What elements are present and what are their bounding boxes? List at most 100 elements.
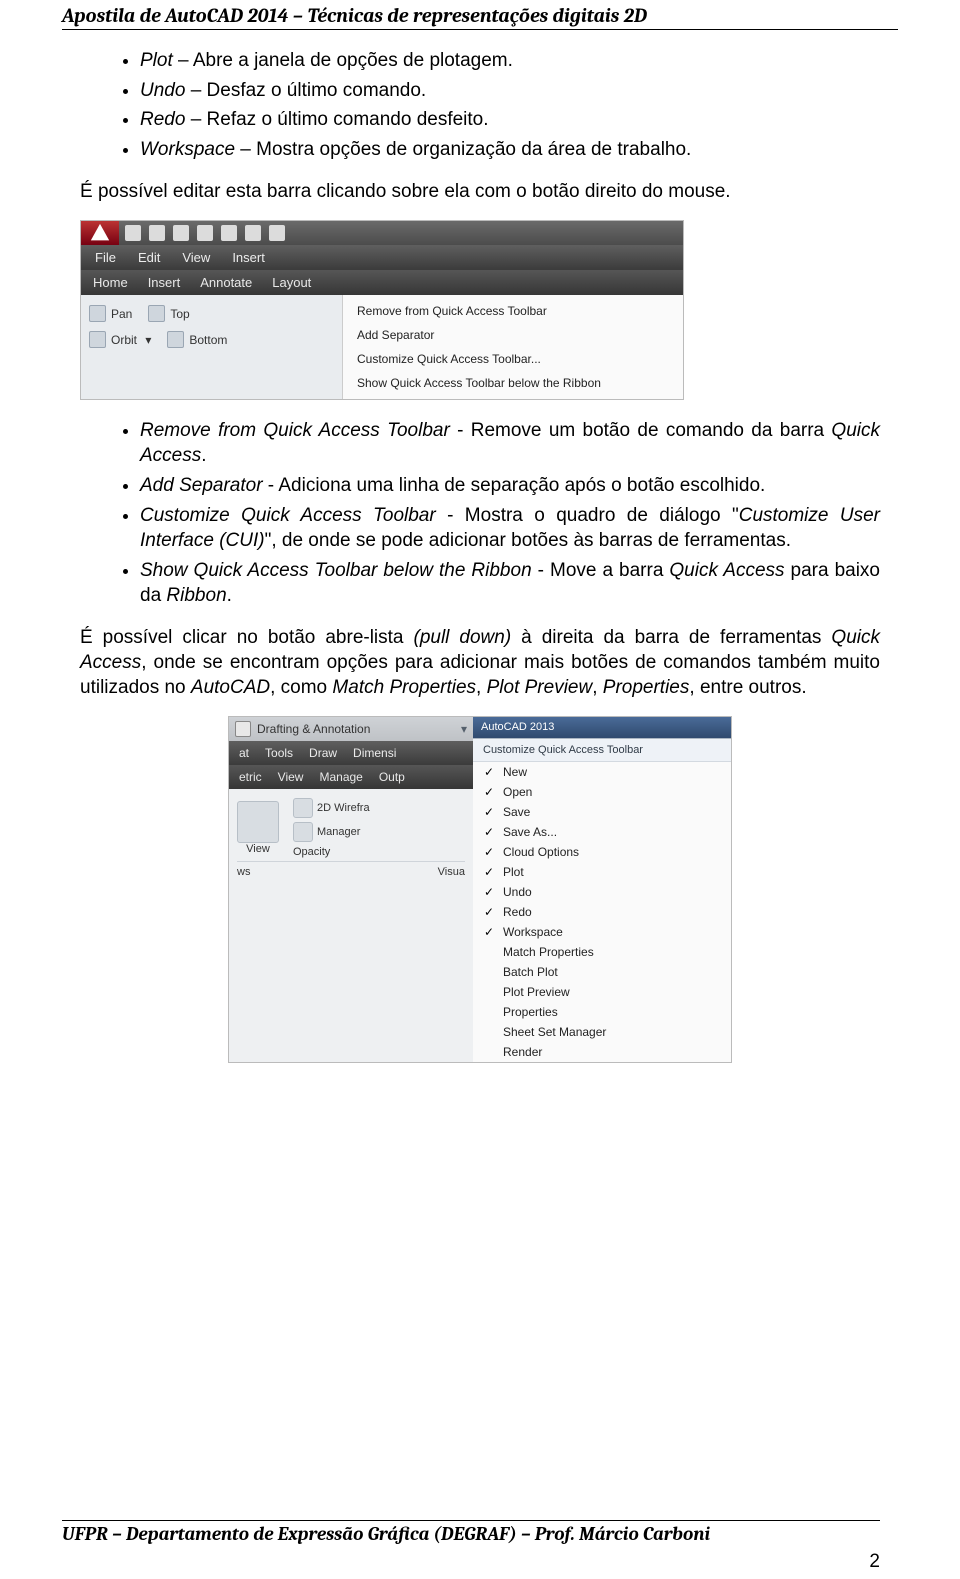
check-icon: ✓: [483, 805, 495, 819]
dropdown-item: ✓Save As...: [473, 822, 731, 842]
menu-file: File: [95, 250, 116, 265]
term: Undo: [140, 80, 185, 101]
dropdown-list: ✓New✓Open✓Save✓Save As...✓Cloud Options✓…: [473, 762, 731, 1062]
dropdown-item-label: New: [503, 765, 527, 779]
dropdown-item-label: Cloud Options: [503, 845, 579, 859]
tab-layout: Layout: [272, 275, 311, 290]
italic: Match Properties: [332, 677, 476, 698]
dropdown-item-label: Redo: [503, 905, 532, 919]
term: Customize Quick Access Toolbar: [140, 505, 436, 526]
text: - Move a barra: [532, 560, 670, 581]
description: – Abre a janela de opções de plotagem.: [173, 50, 513, 71]
qat-redo-icon: [269, 225, 285, 241]
menu-item: Tools: [265, 746, 293, 760]
menu-bar: File Edit View Insert: [81, 245, 683, 270]
list-item: Remove from Quick Access Toolbar - Remov…: [140, 418, 880, 469]
list-item: Add Separator - Adiciona uma linha de se…: [140, 473, 880, 499]
menu-item-separator: Add Separator: [343, 323, 683, 347]
dropdown-item-label: Batch Plot: [503, 965, 558, 979]
bullet-list-1: Plot – Abre a janela de opções de plotag…: [80, 48, 880, 163]
menu-item-customize: Customize Quick Access Toolbar...: [343, 347, 683, 371]
dropdown-item-label: Properties: [503, 1005, 558, 1019]
check-icon: ✓: [483, 785, 495, 799]
app-menu-button: [81, 221, 119, 245]
text: ,: [476, 677, 487, 698]
dropdown-item: ✓Plot: [473, 862, 731, 882]
wireframe-icon: [293, 798, 313, 818]
term: Workspace: [140, 139, 235, 160]
description: – Mostra opções de organização da área d…: [235, 139, 691, 160]
dropdown-item: ✓New: [473, 762, 731, 782]
dropdown-header: Customize Quick Access Toolbar: [473, 739, 731, 762]
paragraph: É possível editar esta barra clicando so…: [80, 179, 880, 204]
label: Visua: [438, 866, 465, 878]
ribbon-tabs: Home Insert Annotate Layout: [81, 270, 683, 295]
term: Remove from Quick Access Toolbar: [140, 420, 450, 441]
orbit-icon: [89, 331, 106, 348]
document-header: Apostila de AutoCAD 2014 – Técnicas de r…: [62, 0, 898, 30]
label: View: [237, 843, 279, 855]
list-item: Redo – Refaz o último comando desfeito.: [140, 107, 880, 133]
check-icon: ✓: [483, 885, 495, 899]
qat-open-icon: [149, 225, 165, 241]
dropdown-item: Match Properties: [473, 942, 731, 962]
check-icon: ✓: [483, 905, 495, 919]
menu-insert: Insert: [232, 250, 265, 265]
dropdown-item-label: Open: [503, 785, 532, 799]
tool-bottom: Bottom: [167, 331, 227, 348]
label: Bottom: [189, 333, 227, 347]
label: Opacity: [293, 846, 330, 858]
label: Pan: [111, 307, 132, 321]
list-item: Undo – Desfaz o último comando.: [140, 78, 880, 104]
view-icon: [237, 801, 279, 843]
bullet-list-2: Remove from Quick Access Toolbar - Remov…: [80, 418, 880, 609]
dropdown-item-label: Save As...: [503, 825, 557, 839]
label: Orbit: [111, 333, 137, 347]
text: , como: [270, 677, 332, 698]
app-title: AutoCAD 2013: [473, 717, 731, 739]
qat-saveas-icon: [197, 225, 213, 241]
workspace-switcher: Drafting & Annotation ▾: [229, 717, 473, 741]
list-item: Customize Quick Access Toolbar - Mostra …: [140, 503, 880, 554]
dropdown-item: ✓Cloud Options: [473, 842, 731, 862]
label: Top: [170, 307, 189, 321]
italic: AutoCAD: [191, 677, 270, 698]
text: É possível clicar no botão abre-lista: [80, 627, 414, 648]
description: – Refaz o último comando desfeito.: [185, 109, 488, 130]
term: Redo: [140, 109, 185, 130]
term2: Quick Access: [669, 560, 784, 581]
list-item: Workspace – Mostra opções de organização…: [140, 137, 880, 163]
dropdown-item: Properties: [473, 1002, 731, 1022]
dropdown-item: Sheet Set Manager: [473, 1022, 731, 1042]
qat-save-icon: [173, 225, 189, 241]
tab-home: Home: [93, 275, 128, 290]
dropdown-item-label: Match Properties: [503, 945, 594, 959]
bottom-icon: [167, 331, 184, 348]
tab-annotate: Annotate: [200, 275, 252, 290]
menu-edit: Edit: [138, 250, 160, 265]
menu-item-below-ribbon: Show Quick Access Toolbar below the Ribb…: [343, 371, 683, 395]
dropdown-item: Plot Preview: [473, 982, 731, 1002]
dropdown-item-label: Plot Preview: [503, 985, 570, 999]
description: – Desfaz o último comando.: [185, 80, 426, 101]
list-item: Plot – Abre a janela de opções de plotag…: [140, 48, 880, 74]
qat-plot-icon: [221, 225, 237, 241]
qat-new-icon: [125, 225, 141, 241]
label: Manager: [317, 826, 360, 838]
tool-orbit: Orbit ▾: [89, 331, 151, 348]
dropdown-item-label: Workspace: [503, 925, 563, 939]
tail: ", de onde se pode adicionar botões às b…: [265, 530, 791, 551]
tail: .: [201, 445, 206, 466]
qat-undo-icon: [245, 225, 261, 241]
manager-icon: [293, 822, 313, 842]
context-menu: Remove from Quick Access Toolbar Add Sep…: [343, 295, 683, 399]
check-icon: ✓: [483, 865, 495, 879]
text: - Remove um botão de comando da barra: [450, 420, 832, 441]
text: - Mostra o quadro de diálogo ": [436, 505, 739, 526]
tab-insert: Insert: [148, 275, 181, 290]
list-item: Show Quick Access Toolbar below the Ribb…: [140, 558, 880, 609]
term: Plot: [140, 50, 173, 71]
dropdown-item: ✓Workspace: [473, 922, 731, 942]
label: ws: [237, 866, 250, 878]
gear-icon: [235, 721, 251, 737]
